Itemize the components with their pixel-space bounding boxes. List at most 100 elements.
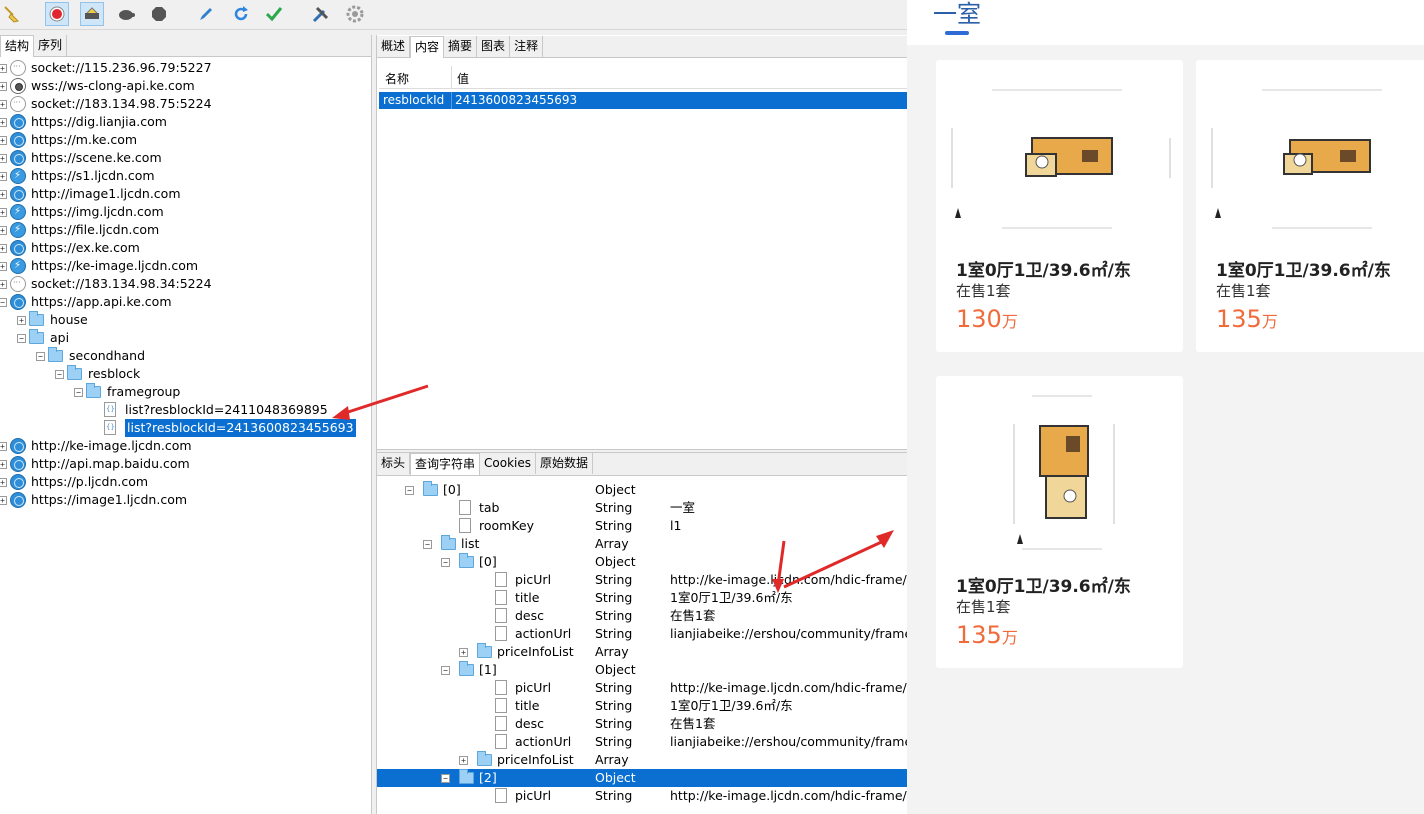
floorplan-card[interactable]: 1室0厅1卫/39.6㎡/东 在售1套 135万 [1196, 60, 1424, 352]
expand-icon[interactable]: + [0, 100, 7, 109]
json-type: String [595, 572, 633, 587]
stop-icon[interactable] [147, 2, 171, 26]
host-item[interactable]: + https://m.ke.com [0, 131, 372, 149]
tab-cookies[interactable]: Cookies [480, 453, 537, 474]
expand-icon[interactable]: + [17, 316, 26, 325]
tab-overview[interactable]: 概述 [377, 36, 411, 57]
json-key: [0] [443, 482, 461, 497]
folder-item[interactable]: − framegroup [0, 383, 372, 401]
expand-icon[interactable]: + [0, 460, 7, 469]
file-icon [495, 680, 507, 695]
json-node[interactable]: desc String 在售1套 [377, 715, 907, 733]
host-item[interactable]: + https://img.ljcdn.com [0, 203, 372, 221]
expand-icon[interactable]: + [0, 244, 7, 253]
expand-icon[interactable]: + [0, 208, 7, 217]
floorplan-card[interactable]: 1室0厅1卫/39.6㎡/东 在售1套 130万 [936, 60, 1183, 352]
tab-raw[interactable]: 原始数据 [536, 453, 594, 474]
collapse-icon[interactable]: − [0, 298, 7, 307]
host-item[interactable]: + https://image1.ljcdn.com [0, 491, 372, 509]
expand-icon[interactable]: + [459, 756, 468, 765]
tab-query-string[interactable]: 查询字符串 [410, 453, 481, 475]
collapse-icon[interactable]: − [441, 774, 450, 783]
collapse-icon[interactable]: − [17, 334, 26, 343]
tab-headers[interactable]: 标头 [377, 453, 411, 474]
expand-icon[interactable]: + [0, 64, 7, 73]
json-node[interactable]: tab String 一室 [377, 499, 907, 517]
expand-icon[interactable]: + [0, 442, 7, 451]
turtle-icon[interactable] [114, 2, 138, 26]
folder-item[interactable]: − resblock [0, 365, 372, 383]
json-node[interactable]: picUrl String http://ke-image.ljcdn.com/hd… [377, 679, 907, 697]
throttle-icon[interactable] [80, 2, 104, 26]
host-item[interactable]: + socket://183.134.98.34:5224 [0, 275, 372, 293]
json-node[interactable]: + priceInfoList Array [377, 751, 907, 769]
host-item[interactable]: + http://ke-image.ljcdn.com [0, 437, 372, 455]
record-icon[interactable] [45, 2, 69, 26]
expand-icon[interactable]: + [0, 190, 7, 199]
json-node[interactable]: picUrl String http://ke-image.ljcdn.com/hd… [377, 787, 907, 805]
host-item[interactable]: + wss://ws-clong-api.ke.com [0, 77, 372, 95]
collapse-icon[interactable]: − [55, 370, 64, 379]
request-item-selected[interactable]: list?resblockId=2413600823455693 [0, 419, 372, 437]
expand-icon[interactable]: + [0, 280, 7, 289]
collapse-icon[interactable]: − [405, 486, 414, 495]
expand-icon[interactable]: + [0, 262, 7, 271]
host-item[interactable]: + https://ex.ke.com [0, 239, 372, 257]
host-item[interactable]: + https://file.ljcdn.com [0, 221, 372, 239]
host-item[interactable]: + http://api.map.baidu.com [0, 455, 372, 473]
expand-icon[interactable]: + [0, 82, 7, 91]
host-item[interactable]: + https://ke-image.ljcdn.com [0, 257, 372, 275]
host-item[interactable]: + https://s1.ljcdn.com [0, 167, 372, 185]
tab-chart[interactable]: 图表 [477, 36, 511, 57]
expand-icon[interactable]: + [459, 648, 468, 657]
json-node[interactable]: desc String 在售1套 [377, 607, 907, 625]
tab-summary[interactable]: 摘要 [444, 36, 478, 57]
host-item[interactable]: − https://app.api.ke.com [0, 293, 372, 311]
expand-icon[interactable]: + [0, 226, 7, 235]
tab-notes[interactable]: 注释 [510, 36, 544, 57]
host-item[interactable]: + http://image1.ljcdn.com [0, 185, 372, 203]
json-node[interactable]: roomKey String l1 [377, 517, 907, 535]
json-node[interactable]: − [0] Object [377, 481, 907, 499]
expand-icon[interactable]: + [0, 154, 7, 163]
card-price: 135万 [1216, 305, 1278, 333]
settings-icon[interactable] [343, 2, 367, 26]
collapse-icon[interactable]: − [441, 666, 450, 675]
folder-item[interactable]: − secondhand [0, 347, 372, 365]
json-type: Array [595, 536, 629, 551]
expand-icon[interactable]: + [0, 478, 7, 487]
json-node[interactable]: − [2] Object [377, 769, 907, 787]
host-item[interactable]: + https://p.ljcdn.com [0, 473, 372, 491]
expand-icon[interactable]: + [0, 118, 7, 127]
host-item[interactable]: + socket://115.236.96.79:5227 [0, 59, 372, 77]
collapse-icon[interactable]: − [74, 388, 83, 397]
tab-contents[interactable]: 内容 [410, 36, 445, 58]
host-item[interactable]: + https://dig.lianjia.com [0, 113, 372, 131]
expand-icon[interactable]: + [0, 136, 7, 145]
json-node[interactable]: − [1] Object [377, 661, 907, 679]
check-icon[interactable] [262, 2, 286, 26]
param-row[interactable]: resblockId 2413600823455693 [379, 92, 907, 109]
collapse-icon[interactable]: − [441, 558, 450, 567]
broom-icon[interactable] [0, 2, 24, 26]
expand-icon[interactable]: + [0, 496, 7, 505]
folder-item[interactable]: − api [0, 329, 372, 347]
refresh-icon[interactable] [229, 2, 253, 26]
request-item[interactable]: list?resblockId=2411048369895 [0, 401, 372, 419]
json-node[interactable]: actionUrl String lianjiabeike://ershou/com… [377, 625, 907, 643]
json-node[interactable]: + priceInfoList Array [377, 643, 907, 661]
tab-one-room[interactable]: 一室 [933, 0, 981, 29]
pen-icon[interactable] [194, 2, 218, 26]
collapse-icon[interactable]: − [36, 352, 45, 361]
floorplan-card[interactable]: 1室0厅1卫/39.6㎡/东 在售1套 135万 [936, 376, 1183, 668]
json-key: actionUrl [515, 734, 572, 749]
json-node[interactable]: actionUrl String lianjiabeike://ershou/com… [377, 733, 907, 751]
expand-icon[interactable]: + [0, 172, 7, 181]
tools-icon[interactable] [309, 2, 333, 26]
host-item[interactable]: + https://scene.ke.com [0, 149, 372, 167]
host-item[interactable]: + socket://183.134.98.75:5224 [0, 95, 372, 113]
folder-item[interactable]: + house [0, 311, 372, 329]
collapse-icon[interactable]: − [423, 540, 432, 549]
json-type: String [595, 590, 633, 605]
json-node[interactable]: title String 1室0厅1卫/39.6㎡/东 [377, 697, 907, 715]
